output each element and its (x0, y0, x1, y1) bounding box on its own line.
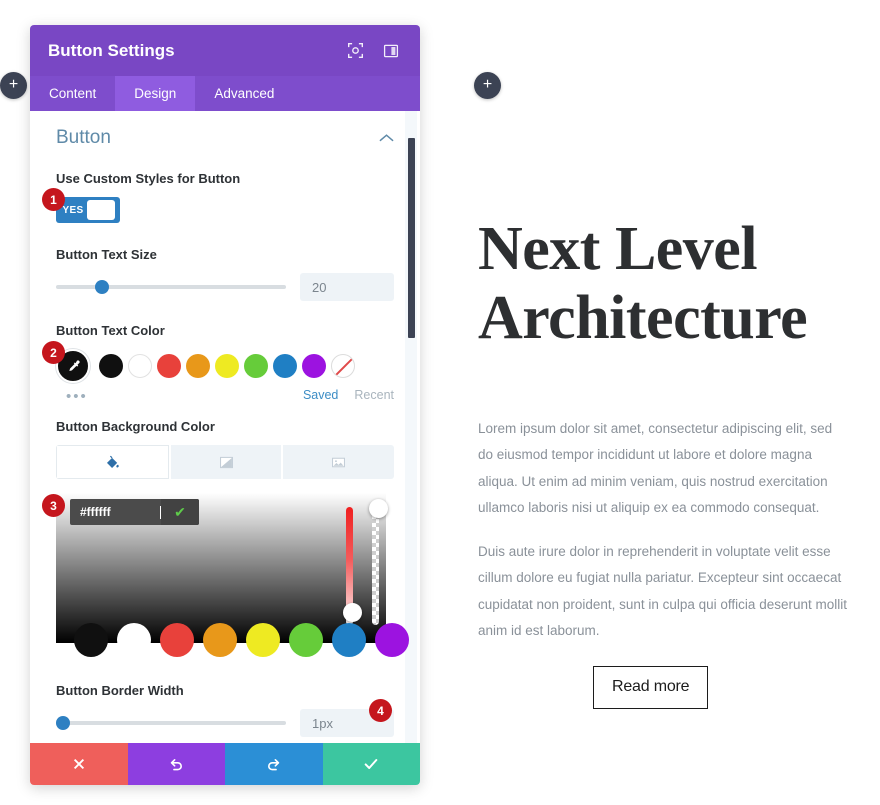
text-size-slider[interactable] (56, 280, 286, 294)
tab-advanced[interactable]: Advanced (195, 76, 293, 111)
image-icon[interactable] (283, 445, 394, 479)
undo-button[interactable] (127, 743, 225, 785)
paint-bucket-icon[interactable] (56, 445, 169, 479)
section-title: Button (56, 127, 111, 148)
preset-blue[interactable] (332, 623, 366, 657)
preview-paragraph-1: Lorem ipsum dolor sit amet, consectetur … (478, 420, 833, 515)
swatch-white[interactable] (128, 354, 152, 378)
field-label-border-width: Button Border Width (56, 683, 184, 698)
modal-body: Button Use Custom Styles for Button YES (30, 111, 420, 743)
step-badge-1: 1 (42, 188, 65, 211)
text-color-swatch-row (56, 349, 394, 383)
tab-content[interactable]: Content (30, 76, 115, 111)
preset-black[interactable] (74, 623, 108, 657)
swatch-red[interactable] (157, 354, 181, 378)
preset-orange[interactable] (203, 623, 237, 657)
editor-canvas: + + Button Settings Content Design Advan… (0, 0, 880, 805)
recent-colors-link[interactable]: Recent (354, 388, 394, 402)
plus-icon: + (482, 75, 493, 93)
read-more-button[interactable]: Read more (593, 666, 709, 710)
swatch-transparent[interactable] (331, 354, 355, 378)
alpha-slider-knob[interactable] (369, 499, 388, 518)
field-label-text-color: Button Text Color (56, 323, 165, 338)
close-icon (73, 758, 84, 770)
swatch-green[interactable] (244, 354, 268, 378)
preset-yellow[interactable] (246, 623, 280, 657)
swatch-purple[interactable] (302, 354, 326, 378)
ellipsis-icon[interactable]: ••• (66, 388, 88, 405)
checkmark-icon (364, 759, 378, 769)
save-button[interactable] (322, 743, 420, 785)
field-text-color: Button Text Color ••• Saved Recent (30, 323, 420, 405)
swatch-black[interactable] (99, 354, 123, 378)
field-border-width: Button Border Width 1px (30, 683, 420, 737)
section-button-header[interactable]: Button (30, 111, 420, 157)
text-size-input[interactable]: 20 (300, 273, 394, 301)
text-size-slider-knob[interactable] (95, 280, 109, 294)
preset-red[interactable] (160, 623, 194, 657)
picker-preset-swatches (74, 623, 409, 657)
chevron-up-icon[interactable] (379, 130, 394, 147)
redo-icon (268, 758, 280, 770)
scrollbar-thumb[interactable] (408, 138, 415, 338)
button-settings-modal: Button Settings Content Design Advanced (30, 25, 420, 785)
color-picker: #ffffff ✔ (56, 493, 409, 657)
field-text-size: Button Text Size 20 (30, 247, 420, 301)
step-badge-4: 4 (369, 699, 392, 722)
hex-color-input-group: #ffffff ✔ (70, 499, 199, 525)
field-custom-styles: Use Custom Styles for Button YES (30, 171, 420, 223)
step-badge-2: 2 (42, 341, 65, 364)
swatch-yellow[interactable] (215, 354, 239, 378)
layout-panel-icon[interactable] (380, 40, 402, 62)
swatch-blue[interactable] (273, 354, 297, 378)
hex-confirm-checkmark-icon[interactable]: ✔ (161, 499, 199, 525)
add-module-button-right[interactable]: + (474, 72, 501, 99)
modal-header: Button Settings (30, 25, 420, 76)
preset-purple[interactable] (375, 623, 409, 657)
background-type-tabs (56, 445, 394, 479)
page-title: Button Settings (48, 40, 175, 60)
toggle-knob (87, 200, 115, 220)
tab-design[interactable]: Design (115, 76, 196, 111)
preview-content: Next Level Architecture Lorem ipsum dolo… (478, 215, 848, 710)
hex-color-input[interactable]: #ffffff (70, 499, 162, 525)
custom-styles-toggle[interactable]: YES (56, 197, 120, 223)
plus-icon: + (8, 75, 19, 93)
preview-heading: Next Level Architecture (478, 215, 808, 353)
field-label-custom-styles: Use Custom Styles for Button (56, 171, 241, 186)
hue-slider-knob[interactable] (343, 603, 362, 622)
modal-tabs: Content Design Advanced (30, 76, 420, 111)
field-label-text-size: Button Text Size (56, 247, 157, 262)
preview-paragraph-2: Duis aute irure dolor in reprehenderit i… (478, 544, 847, 639)
undo-icon (170, 758, 182, 770)
border-width-slider[interactable] (55, 716, 286, 730)
preset-white[interactable] (117, 623, 151, 657)
add-module-button-left[interactable]: + (0, 72, 27, 99)
modal-footer (30, 743, 420, 785)
step-badge-3: 3 (42, 494, 65, 517)
saved-colors-link[interactable]: Saved (303, 388, 338, 402)
field-label-background-color: Button Background Color (56, 419, 215, 434)
cancel-button[interactable] (30, 743, 128, 785)
gradient-icon[interactable] (170, 445, 282, 479)
swatch-orange[interactable] (186, 354, 210, 378)
field-background-color: Button Background Color (30, 419, 420, 479)
toggle-value-label: YES (62, 204, 84, 216)
preset-green[interactable] (289, 623, 323, 657)
focus-target-icon[interactable] (344, 40, 366, 62)
border-width-slider-knob[interactable] (55, 716, 70, 730)
alpha-slider[interactable] (372, 507, 379, 625)
redo-button[interactable] (225, 743, 323, 785)
